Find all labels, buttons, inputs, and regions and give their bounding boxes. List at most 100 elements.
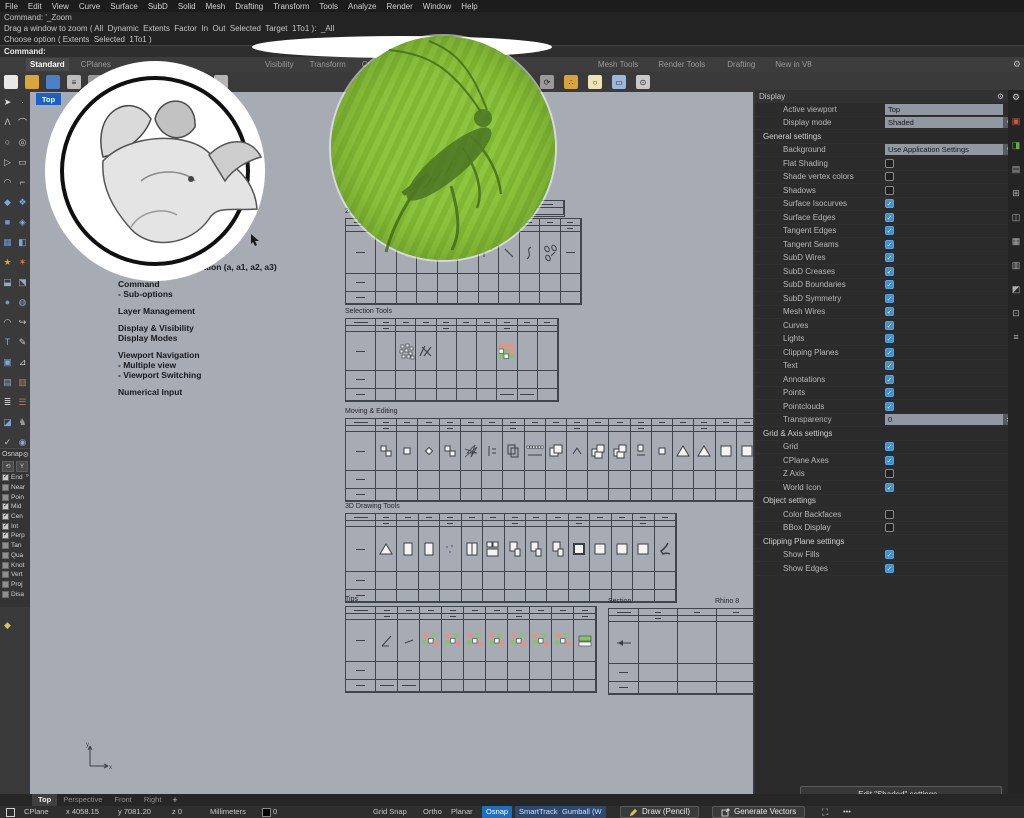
- osnap-item-poin[interactable]: Poin: [0, 492, 30, 502]
- toolbar-icon-r6[interactable]: ▭: [612, 75, 626, 89]
- menu-tools[interactable]: Tools: [314, 2, 343, 11]
- strip-icon-7[interactable]: ▥: [1012, 260, 1021, 271]
- strip-icon-3[interactable]: ▤: [1012, 164, 1021, 175]
- checkbox-shadows[interactable]: [885, 186, 894, 195]
- toolbar-icon-r7[interactable]: ⊙: [636, 75, 650, 89]
- gear-icon[interactable]: ⚙: [997, 92, 1004, 101]
- rail-tool-icon-32[interactable]: ◪: [0, 412, 15, 432]
- status-cplane[interactable]: CPlane: [24, 806, 49, 818]
- rail-tool-icon-12[interactable]: ■: [0, 212, 15, 232]
- status-swatch-icon[interactable]: [6, 808, 15, 817]
- menu-curve[interactable]: Curve: [74, 2, 105, 11]
- checkbox-color-backfaces[interactable]: [885, 510, 894, 519]
- checkbox-clipping-planes[interactable]: ✓: [885, 348, 894, 357]
- viewport-tab-top[interactable]: Top: [32, 794, 57, 806]
- osnap-checkbox-disa[interactable]: [2, 591, 9, 598]
- status-toggle-gumball-w[interactable]: Gumball (W: [558, 806, 606, 818]
- osnap-item-disa[interactable]: Disa: [0, 589, 30, 599]
- osnap-item-int[interactable]: ✓Int: [0, 521, 30, 531]
- strip-icon-0[interactable]: ⚙: [1012, 92, 1020, 103]
- strip-icon-5[interactable]: ◫: [1012, 212, 1021, 223]
- rail-tool-icon-8[interactable]: ◠: [0, 172, 15, 192]
- checkbox-surface-isocurves[interactable]: ✓: [885, 199, 894, 208]
- checkbox-tangent-edges[interactable]: ✓: [885, 226, 894, 235]
- checkbox-lights[interactable]: ✓: [885, 334, 894, 343]
- osnap-item-knot[interactable]: Knot: [0, 560, 30, 570]
- checkbox-points[interactable]: ✓: [885, 388, 894, 397]
- osnap-item-qua[interactable]: Qua: [0, 551, 30, 561]
- checkbox-z-axis[interactable]: [885, 469, 894, 478]
- generate-vectors-button[interactable]: Generate Vectors: [712, 806, 805, 818]
- rail-tool-icon-15[interactable]: ◧: [15, 232, 30, 252]
- rail-tool-icon-33[interactable]: ♞: [15, 412, 30, 432]
- osnap-checkbox-tan[interactable]: [2, 542, 9, 549]
- menu-file[interactable]: File: [0, 2, 23, 11]
- status-toggle-planar[interactable]: Planar: [451, 806, 473, 818]
- rail-tool-icon-0[interactable]: ➤: [0, 92, 15, 112]
- osnap-checkbox-knot[interactable]: [2, 562, 9, 569]
- rail-tool-icon-30[interactable]: ≣: [0, 392, 15, 412]
- rail-tool-icon-26[interactable]: ▣: [0, 352, 15, 372]
- osnap-checkbox-end[interactable]: ✓: [2, 474, 9, 481]
- checkbox-subd-symmetry[interactable]: ✓: [885, 294, 894, 303]
- osnap-checkbox-qua[interactable]: [2, 552, 9, 559]
- osnap-expand-chevron[interactable]: »: [26, 473, 29, 479]
- checkbox-world-icon[interactable]: ✓: [885, 483, 894, 492]
- toolbar-icon-r5[interactable]: ○: [588, 75, 602, 89]
- osnap-checkbox-vert[interactable]: [2, 571, 9, 578]
- checkbox-text[interactable]: ✓: [885, 361, 894, 370]
- osnap-item-proj[interactable]: Proj: [0, 580, 30, 590]
- strip-icon-2[interactable]: ◨: [1012, 140, 1021, 151]
- menu-window[interactable]: Window: [418, 2, 456, 11]
- strip-icon-10[interactable]: ≡: [1013, 332, 1018, 342]
- osnap-item-tan[interactable]: Tan: [0, 541, 30, 551]
- rail-tool-icon-10[interactable]: ◆: [0, 192, 15, 212]
- osnap-item-mid[interactable]: ✓Mid: [0, 502, 30, 512]
- osnap-item-cen[interactable]: ✓Cen: [0, 512, 30, 522]
- toolbar-icon-0[interactable]: [4, 75, 18, 89]
- rail-tool-icon-27[interactable]: ⊿: [15, 352, 30, 372]
- rail-tool-icon-13[interactable]: ◈: [15, 212, 30, 232]
- strip-icon-8[interactable]: ◩: [1012, 284, 1021, 295]
- checkbox-tangent-seams[interactable]: ✓: [885, 240, 894, 249]
- rail-tool-icon-7[interactable]: ▭: [15, 152, 30, 172]
- checkbox-mesh-wires[interactable]: ✓: [885, 307, 894, 316]
- rail-tool-icon-20[interactable]: ●: [0, 292, 15, 312]
- rail-tool-icon-24[interactable]: T: [0, 332, 15, 352]
- osnap-checkbox-int[interactable]: ✓: [2, 523, 9, 530]
- toolbar-icon-r4[interactable]: ∴: [564, 75, 578, 89]
- rail-tool-icon-22[interactable]: ◠: [0, 312, 15, 332]
- rail-tool-icon-23[interactable]: ↪: [15, 312, 30, 332]
- strip-icon-4[interactable]: ⊞: [1012, 188, 1020, 199]
- menu-analyze[interactable]: Analyze: [343, 2, 381, 11]
- toolbar-tab-new-in-v8[interactable]: New in V8: [771, 58, 815, 71]
- status-layer[interactable]: 0: [262, 806, 277, 818]
- osnap-back-button[interactable]: ⟲: [2, 461, 14, 472]
- gear-icon[interactable]: ⚙: [23, 451, 29, 459]
- rail-tool-icon-29[interactable]: ▥: [15, 372, 30, 392]
- rail-tool-icon-17[interactable]: ✶: [15, 252, 30, 272]
- menu-mesh[interactable]: Mesh: [201, 2, 231, 11]
- checkbox-subd-wires[interactable]: ✓: [885, 253, 894, 262]
- viewport-tab-front[interactable]: Front: [108, 794, 138, 806]
- toolbar-icon-1[interactable]: [25, 75, 39, 89]
- checkbox-flat-shading[interactable]: [885, 159, 894, 168]
- checkbox-pointclouds[interactable]: ✓: [885, 402, 894, 411]
- draw-pencil-button[interactable]: Draw (Pencil): [620, 806, 699, 818]
- strip-icon-9[interactable]: ⊡: [1012, 308, 1020, 319]
- checkbox-annotations[interactable]: ✓: [885, 375, 894, 384]
- osnap-item-vert[interactable]: Vert: [0, 570, 30, 580]
- osnap-checkbox-perp[interactable]: ✓: [2, 532, 9, 539]
- menu-solid[interactable]: Solid: [173, 2, 201, 11]
- menu-transform[interactable]: Transform: [268, 2, 314, 11]
- rail-tool-icon-1[interactable]: ·: [15, 92, 30, 112]
- checkbox-show-edges[interactable]: ✓: [885, 564, 894, 573]
- menu-drafting[interactable]: Drafting: [230, 2, 268, 11]
- rail-tool-icon-19[interactable]: ⬔: [15, 272, 30, 292]
- spinner-transparency[interactable]: 0: [885, 414, 1003, 425]
- checkbox-bbox-display[interactable]: [885, 523, 894, 532]
- osnap-checkbox-proj[interactable]: [2, 581, 9, 588]
- rail-tool-icon-31[interactable]: ☰: [15, 392, 30, 412]
- rail-tool-icon-16[interactable]: ★: [0, 252, 15, 272]
- status-units[interactable]: Millimeters: [210, 806, 246, 818]
